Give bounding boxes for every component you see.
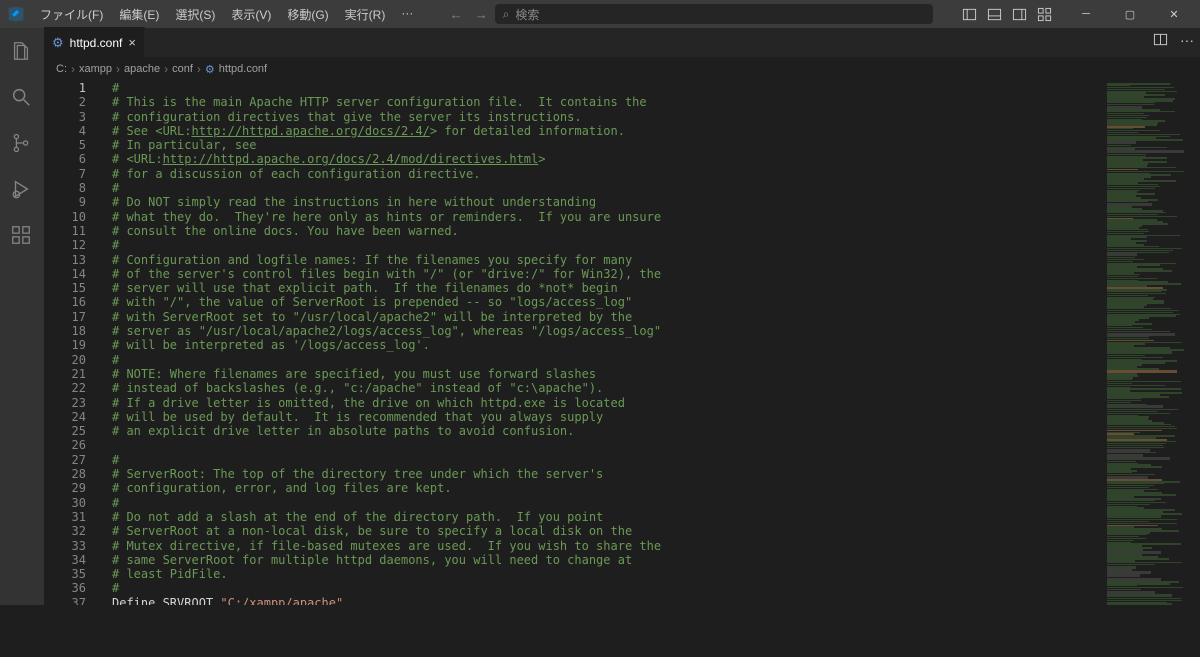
crumb[interactable]: xampp (79, 63, 112, 75)
crumb[interactable]: apache (124, 63, 160, 75)
tab-label: httpd.conf (70, 36, 123, 50)
gear-icon: ⚙ (205, 63, 215, 76)
tab-close-icon[interactable]: × (128, 35, 136, 50)
activity-scm-icon[interactable] (10, 132, 34, 154)
crumb[interactable]: C: (56, 63, 67, 75)
chevron-right-icon: › (116, 62, 120, 76)
chevron-right-icon: › (71, 62, 75, 76)
menu-go[interactable]: 移動(G) (279, 2, 336, 27)
window-maximize-button[interactable]: ▢ (1108, 0, 1152, 28)
gear-icon: ⚙ (52, 35, 64, 51)
nav-back-icon[interactable]: ← (450, 7, 463, 22)
menu-more[interactable]: ··· (393, 2, 421, 27)
menu-file[interactable]: ファイル(F) (32, 2, 111, 27)
tab-more-icon[interactable]: ··· (1180, 32, 1194, 48)
activity-search-icon[interactable] (10, 86, 34, 108)
activity-run-icon[interactable] (10, 178, 34, 200)
menu-select[interactable]: 選択(S) (167, 2, 223, 27)
tab-bar: ⚙ httpd.conf × ··· (44, 28, 1200, 58)
menu-edit[interactable]: 編集(E) (111, 2, 167, 27)
customize-layout-icon[interactable] (1037, 7, 1052, 22)
minimap[interactable] (1105, 80, 1200, 605)
activity-bar (0, 28, 44, 605)
command-center-search[interactable]: ⌕ 検索 (494, 3, 934, 25)
chevron-right-icon: › (164, 62, 168, 76)
menu-bar: ファイル(F) 編集(E) 選択(S) 表示(V) 移動(G) 実行(R) ··… (32, 2, 421, 27)
nav-forward-icon[interactable]: → (475, 7, 488, 22)
toggle-primary-sidebar-icon[interactable] (962, 7, 977, 22)
title-bar: ファイル(F) 編集(E) 選択(S) 表示(V) 移動(G) 実行(R) ··… (0, 0, 1200, 28)
menu-view[interactable]: 表示(V) (223, 2, 279, 27)
chevron-right-icon: › (197, 62, 201, 76)
breadcrumb[interactable]: C: › xampp › apache › conf › ⚙ httpd.conf (44, 58, 1200, 80)
toggle-panel-icon[interactable] (987, 7, 1002, 22)
split-editor-icon[interactable] (1153, 32, 1168, 48)
crumb[interactable]: httpd.conf (219, 63, 267, 75)
app-icon (0, 6, 32, 22)
activity-explorer-icon[interactable] (10, 40, 34, 62)
activity-extensions-icon[interactable] (10, 224, 34, 246)
line-number-gutter: 1234567891011121314151617181920212223242… (44, 80, 104, 605)
search-icon: ⌕ (503, 7, 510, 22)
code-area[interactable]: ## This is the main Apache HTTP server c… (104, 80, 1105, 605)
editor[interactable]: 1234567891011121314151617181920212223242… (44, 80, 1200, 605)
window-minimize-button[interactable]: ─ (1064, 0, 1108, 28)
crumb[interactable]: conf (172, 63, 193, 75)
window-close-button[interactable]: ✕ (1152, 0, 1196, 28)
toggle-secondary-sidebar-icon[interactable] (1012, 7, 1027, 22)
menu-run[interactable]: 実行(R) (337, 2, 394, 27)
tab-httpd-conf[interactable]: ⚙ httpd.conf × (44, 27, 145, 57)
search-placeholder: 検索 (515, 6, 539, 23)
